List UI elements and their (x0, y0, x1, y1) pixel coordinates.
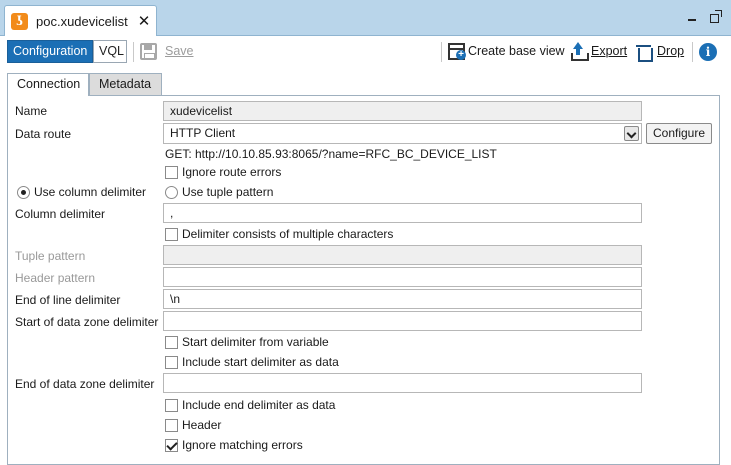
radio-label: Use tuple pattern (182, 185, 274, 199)
drop-label: Drop (657, 44, 685, 58)
checkbox-label: Header (182, 418, 222, 432)
checkbox-label: Ignore matching errors (182, 438, 303, 452)
tuple-pattern-label: Tuple pattern (15, 249, 86, 263)
toolbar-divider (692, 42, 693, 62)
end-of-line-label: End of line delimiter (15, 293, 121, 307)
create-base-view-label: Create base view (468, 44, 565, 58)
info-icon[interactable]: i (699, 43, 717, 61)
save-icon (140, 43, 157, 60)
radio-button[interactable] (17, 186, 30, 199)
end-data-zone-input[interactable] (163, 373, 642, 393)
toolbar-divider (133, 42, 134, 62)
create-base-view-button[interactable]: + Create base view (448, 42, 566, 62)
toolbar: Configuration VQL Save + Create base vie… (0, 37, 731, 66)
checkbox-label: Include start delimiter as data (182, 355, 339, 369)
chevron-down-icon[interactable] (624, 126, 639, 141)
header-pattern-label: Header pattern (15, 271, 96, 285)
document-tab[interactable]: ʖ poc.xudevicelist ✕ (4, 5, 157, 36)
editor-tab-bar: ʖ poc.xudevicelist ✕ (0, 0, 731, 36)
export-label: Export (591, 44, 628, 58)
column-delimiter-input[interactable] (163, 203, 642, 223)
header-pattern-input[interactable] (163, 267, 642, 287)
trash-icon (636, 43, 653, 62)
column-delimiter-label: Column delimiter (15, 207, 106, 221)
document-tab-title: poc.xudevicelist (36, 14, 128, 29)
checkbox-label: Delimiter consists of multiple character… (182, 227, 394, 241)
configuration-mode-button[interactable]: Configuration (7, 40, 93, 63)
start-data-zone-input[interactable] (163, 311, 642, 331)
export-button[interactable]: Export (570, 42, 628, 62)
export-icon (570, 42, 589, 61)
checkbox-label: Include end delimiter as data (182, 398, 336, 412)
base-view-icon: ʖ (11, 13, 28, 30)
data-route-label: Data route (15, 127, 72, 141)
radio-label: Use column delimiter (34, 185, 147, 199)
radio-button[interactable] (165, 186, 178, 199)
save-label: Save (165, 44, 194, 58)
checkbox-box[interactable] (165, 399, 178, 412)
checkbox-box[interactable] (165, 439, 178, 452)
tuple-pattern-input (163, 245, 642, 265)
checkbox-box[interactable] (165, 419, 178, 432)
end-of-line-input[interactable] (163, 289, 642, 309)
drop-button[interactable]: Drop (635, 42, 687, 62)
configure-button[interactable]: Configure (646, 123, 712, 144)
route-url-hint: GET: http://10.10.85.93:8065/?name=RFC_B… (165, 147, 497, 161)
checkbox-box[interactable] (165, 228, 178, 241)
start-data-zone-label: Start of data zone delimiter (15, 315, 159, 329)
end-data-zone-label: End of data zone delimiter (15, 377, 155, 391)
checkbox-box[interactable] (165, 336, 178, 349)
minimize-icon[interactable] (686, 10, 700, 24)
name-field: xudevicelist (163, 101, 642, 121)
name-label: Name (15, 104, 48, 118)
plus-icon: + (456, 50, 466, 60)
checkbox-box[interactable] (165, 166, 178, 179)
tab-connection[interactable]: Connection (7, 73, 89, 96)
toolbar-divider (441, 42, 442, 62)
checkbox-label: Ignore route errors (182, 165, 282, 179)
checkbox-box[interactable] (165, 356, 178, 369)
checkbox-label: Start delimiter from variable (182, 335, 329, 349)
close-icon[interactable]: ✕ (137, 13, 151, 30)
data-route-select[interactable]: HTTP Client (163, 123, 642, 144)
data-route-value: HTTP Client (170, 126, 236, 140)
tab-metadata[interactable]: Metadata (89, 73, 162, 95)
restore-icon[interactable] (709, 10, 723, 24)
vql-mode-button[interactable]: VQL (93, 40, 127, 63)
